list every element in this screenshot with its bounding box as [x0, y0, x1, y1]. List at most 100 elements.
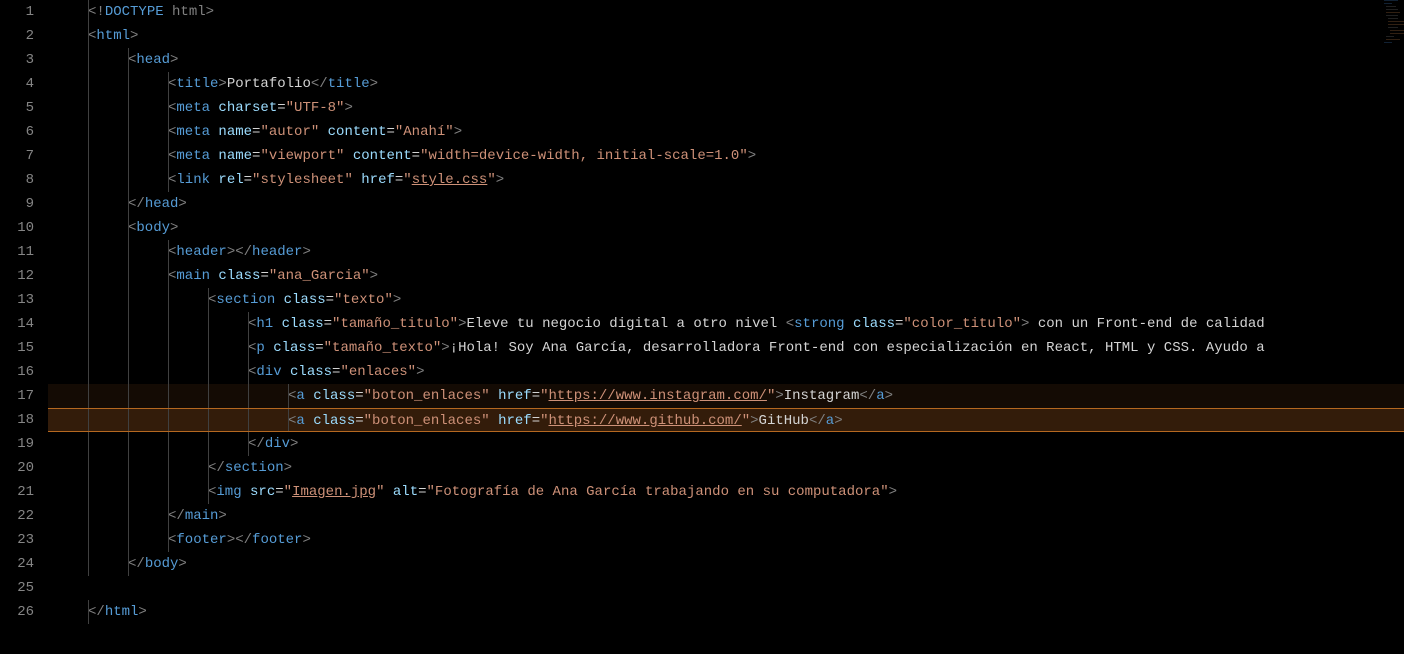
token: meta	[176, 124, 210, 140]
token: h1	[256, 316, 273, 332]
token: html	[105, 604, 139, 620]
indent-guide	[128, 504, 129, 528]
token	[845, 316, 853, 332]
indent-guide	[88, 0, 89, 24]
code-line[interactable]: <link rel="stylesheet" href="style.css">	[48, 168, 1404, 192]
code-line[interactable]: </body>	[48, 552, 1404, 576]
minimap[interactable]	[1384, 0, 1404, 50]
token: div	[256, 364, 281, 380]
code-line[interactable]: <h1 class="tamaño_titulo">Eleve tu negoc…	[48, 312, 1404, 336]
token: =	[260, 268, 268, 284]
token: >	[178, 556, 186, 572]
line-number: 6	[0, 120, 34, 144]
indent-guide	[168, 504, 169, 528]
code-line[interactable]: <p class="tamaño_texto">¡Hola! Soy Ana G…	[48, 336, 1404, 360]
token: body	[145, 556, 179, 572]
token: class	[218, 268, 260, 284]
token: =	[412, 148, 420, 164]
code-line[interactable]: <html>	[48, 24, 1404, 48]
code-line[interactable]: <a class="boton_enlaces" href="https://w…	[48, 384, 1404, 408]
code-line[interactable]: <section class="texto">	[48, 288, 1404, 312]
indent-guide	[88, 240, 89, 264]
indent-guide	[128, 168, 129, 192]
line-number: 9	[0, 192, 34, 216]
indent-guide	[88, 168, 89, 192]
code-line[interactable]: </head>	[48, 192, 1404, 216]
token: Portafolio	[227, 76, 311, 92]
token: Imagen.jpg	[292, 484, 376, 500]
line-number: 20	[0, 456, 34, 480]
code-line[interactable]: <a class="boton_enlaces" href="https://w…	[48, 408, 1404, 432]
line-number: 8	[0, 168, 34, 192]
line-number: 12	[0, 264, 34, 288]
indent-guide	[88, 432, 89, 456]
code-line[interactable]: <head>	[48, 48, 1404, 72]
token: https://www.instagram.com/	[549, 388, 767, 404]
token: >	[889, 484, 897, 500]
code-line[interactable]: <header></header>	[48, 240, 1404, 264]
indent-guide	[168, 432, 169, 456]
indent-guide	[128, 336, 129, 360]
code-line[interactable]: <title>Portafolio</title>	[48, 72, 1404, 96]
code-line[interactable]: <footer></footer>	[48, 528, 1404, 552]
code-line[interactable]: <img src="Imagen.jpg" alt="Fotografía de…	[48, 480, 1404, 504]
code-area[interactable]: <!DOCTYPE html><html><head><title>Portaf…	[42, 0, 1404, 654]
token: >	[370, 76, 378, 92]
indent-guide	[248, 312, 249, 336]
token: "	[487, 172, 495, 188]
token: content	[353, 148, 412, 164]
code-line[interactable]: <!DOCTYPE html>	[48, 0, 1404, 24]
indent-guide	[168, 96, 169, 120]
code-line[interactable]: <body>	[48, 216, 1404, 240]
code-line[interactable]: <div class="enlaces">	[48, 360, 1404, 384]
code-line[interactable]: <meta name="autor" content="Anahí">	[48, 120, 1404, 144]
token: section	[225, 460, 284, 476]
indent-guide	[128, 360, 129, 384]
indent-guide	[168, 456, 169, 480]
indent-guide	[208, 360, 209, 384]
indent-guide	[208, 312, 209, 336]
code-line[interactable]: </section>	[48, 456, 1404, 480]
token	[265, 340, 273, 356]
token: class	[290, 364, 332, 380]
token: >	[454, 124, 462, 140]
token: "enlaces"	[340, 364, 416, 380]
line-number: 17	[0, 384, 34, 408]
line-number: 2	[0, 24, 34, 48]
code-line[interactable]: </div>	[48, 432, 1404, 456]
token: "width=device-width, initial-scale=1.0"	[420, 148, 748, 164]
token: class	[273, 340, 315, 356]
indent-guide	[168, 72, 169, 96]
token: <	[786, 316, 794, 332]
line-number: 25	[0, 576, 34, 600]
token: =	[275, 484, 283, 500]
line-number: 3	[0, 48, 34, 72]
token: >	[138, 604, 146, 620]
token: a	[826, 413, 834, 429]
token: rel	[218, 172, 243, 188]
code-line[interactable]	[48, 576, 1404, 600]
code-line[interactable]: <main class="ana_Garcia">	[48, 264, 1404, 288]
token: name	[218, 124, 252, 140]
token: "	[540, 388, 548, 404]
code-editor[interactable]: 1234567891011121314151617181920212223242…	[0, 0, 1404, 654]
line-number: 18	[0, 408, 34, 432]
indent-guide	[128, 528, 129, 552]
token	[275, 292, 283, 308]
indent-guide	[88, 312, 89, 336]
token: a	[296, 413, 304, 429]
indent-guide	[88, 192, 89, 216]
code-line[interactable]: </html>	[48, 600, 1404, 624]
code-line[interactable]: </main>	[48, 504, 1404, 528]
token: "tamaño_titulo"	[332, 316, 458, 332]
indent-guide	[288, 409, 289, 431]
indent-guide	[128, 384, 129, 408]
token: =	[418, 484, 426, 500]
token: =	[244, 172, 252, 188]
line-number: 23	[0, 528, 34, 552]
code-line[interactable]: <meta name="viewport" content="width=dev…	[48, 144, 1404, 168]
token: </	[311, 76, 328, 92]
code-line[interactable]: <meta charset="UTF-8">	[48, 96, 1404, 120]
line-number: 11	[0, 240, 34, 264]
token	[344, 148, 352, 164]
